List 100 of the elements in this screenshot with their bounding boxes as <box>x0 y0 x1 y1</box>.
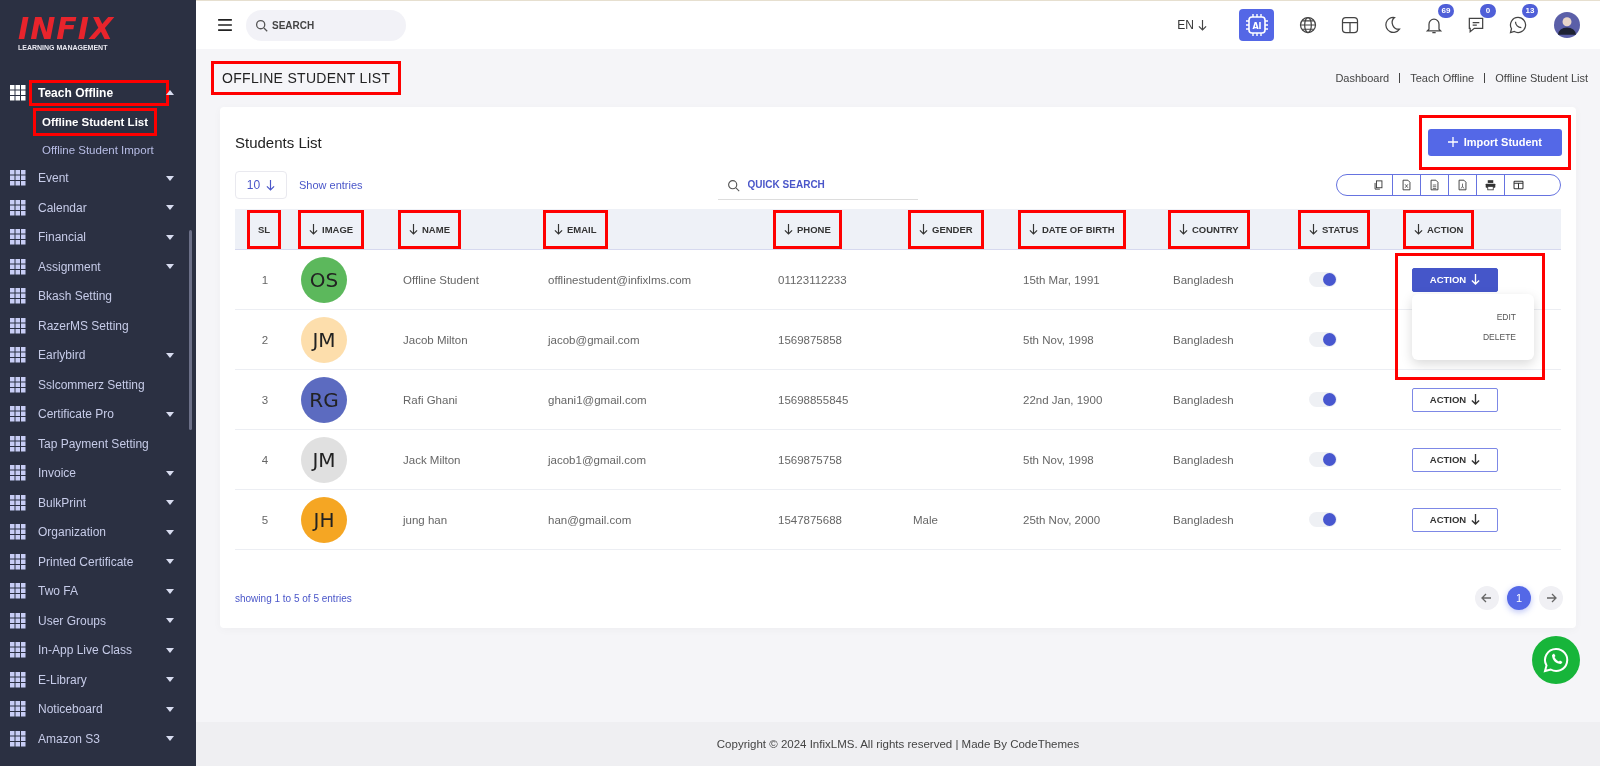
page-size-select[interactable]: 10 <box>235 171 287 199</box>
globe-icon[interactable] <box>1298 15 1318 35</box>
sort-arrow-icon <box>1179 223 1188 235</box>
previous-page-button[interactable] <box>1475 586 1499 610</box>
sidebar-item[interactable]: Teach Offline <box>32 82 166 103</box>
layout-icon[interactable] <box>1340 15 1360 35</box>
avatar-initials: JM <box>301 316 347 363</box>
sort-arrow-icon <box>554 223 563 235</box>
sidebar-item[interactable]: Amazon S3 <box>32 728 166 749</box>
quick-search-field[interactable]: QUICK SEARCH <box>717 170 918 200</box>
language-selector[interactable]: EN <box>1177 18 1207 32</box>
grid-icon <box>10 494 26 511</box>
arrow-down-icon <box>1198 19 1207 31</box>
action-button[interactable]: ACTION <box>1412 447 1498 472</box>
sidebar-item[interactable]: In-App Live Class <box>32 640 166 661</box>
copyright-text: Copyright © 2024 InfixLMS. All rights reserved | Made By CodeThemes <box>716 738 1080 750</box>
search-field[interactable]: SEARCH <box>246 9 406 41</box>
grid-icon <box>10 465 26 482</box>
column-header[interactable]: NAME <box>401 212 458 246</box>
sidebar-item[interactable]: Invoice <box>32 463 166 484</box>
grid-icon <box>10 553 26 570</box>
page-button[interactable]: 1 <box>1507 586 1531 610</box>
table-cell: Offline Student <box>403 273 479 286</box>
grid-icon <box>10 84 26 101</box>
sidebar-item[interactable]: RazerMS Setting <box>32 315 174 336</box>
grid-icon <box>10 730 26 747</box>
grid-icon <box>10 406 26 423</box>
action-button[interactable]: ACTION <box>1412 387 1498 412</box>
menu-item[interactable]: EDIT <box>1496 312 1516 322</box>
action-button[interactable]: ACTION <box>1412 507 1498 532</box>
table-cell: Bangladesh <box>1173 393 1234 406</box>
grid-icon <box>10 435 26 452</box>
sort-arrow-icon <box>1309 223 1318 235</box>
menu-item[interactable]: DELETE <box>1482 332 1516 342</box>
avatar-initials: RG <box>301 376 347 423</box>
status-toggle[interactable] <box>1309 452 1337 467</box>
column-header[interactable]: STATUS <box>1301 212 1367 246</box>
sort-arrow-icon <box>309 223 318 235</box>
table-cell: 01123112233 <box>778 273 847 286</box>
column-header[interactable]: GENDER <box>911 212 981 246</box>
menu-icon[interactable] <box>218 19 232 31</box>
next-page-button[interactable] <box>1539 586 1563 610</box>
table-cell: 2 <box>261 333 269 346</box>
sidebar-item[interactable]: Calendar <box>32 197 166 218</box>
column-header[interactable]: IMAGE <box>301 212 362 246</box>
sidebar-item[interactable]: Tap Payment Setting <box>32 433 174 454</box>
table-cell: jung han <box>403 513 448 526</box>
grid-icon <box>10 317 26 334</box>
chat-icon[interactable] <box>1508 15 1528 35</box>
ai-button[interactable]: AI <box>1239 9 1274 41</box>
column-header[interactable]: SL <box>249 212 279 246</box>
status-toggle[interactable] <box>1309 512 1337 527</box>
show-entries-label: Show entries <box>299 179 363 191</box>
table-cell: 4 <box>261 453 269 466</box>
sidebar-item[interactable]: Bkash Setting <box>32 286 174 307</box>
whatsapp-button[interactable] <box>1532 636 1580 684</box>
breadcrumb-link[interactable]: Dashboard <box>1335 72 1390 84</box>
action-button[interactable]: ACTION <box>1412 267 1498 292</box>
column-header[interactable]: EMAIL <box>546 212 605 246</box>
grid-icon <box>10 671 26 688</box>
import-student-button[interactable]: Import Student <box>1427 128 1562 156</box>
user-avatar[interactable] <box>1554 12 1580 38</box>
sidebar-item[interactable]: Printed Certificate <box>32 551 166 572</box>
entries-summary: showing 1 to 5 of 5 entries <box>235 592 352 604</box>
column-header[interactable]: ACTION <box>1406 212 1472 246</box>
grid-icon <box>10 376 26 393</box>
sidebar-item[interactable]: Event <box>32 168 166 189</box>
breadcrumb-link[interactable]: Teach Offline <box>1410 72 1475 84</box>
message-icon[interactable] <box>1466 15 1486 35</box>
table-cell: 1569875758 <box>778 453 842 466</box>
scrollbar[interactable] <box>189 230 192 430</box>
sidebar-item[interactable]: User Groups <box>32 610 166 631</box>
sidebar-item[interactable]: Financial <box>32 227 166 248</box>
column-header[interactable]: PHONE <box>776 212 839 246</box>
sidebar-item[interactable]: Certificate Pro <box>32 404 166 425</box>
submenu-item[interactable]: Offline Student Import <box>36 135 160 164</box>
breadcrumb-link[interactable]: Offline Student List <box>1495 72 1588 84</box>
grid-icon <box>10 524 26 541</box>
column-header[interactable]: DATE OF BIRTH <box>1021 212 1123 246</box>
sidebar-item[interactable]: Sslcommerz Setting <box>32 374 174 395</box>
column-header[interactable]: COUNTRY <box>1171 212 1247 246</box>
table-cell: 5th Nov, 1998 <box>1023 453 1094 466</box>
sidebar-item[interactable]: Noticeboard <box>32 699 166 720</box>
sidebar-item[interactable]: BulkPrint <box>32 492 166 513</box>
status-toggle[interactable] <box>1309 332 1337 347</box>
table-cell: offlinestudent@infixlms.com <box>548 273 692 286</box>
sidebar-item[interactable]: Two FA <box>32 581 166 602</box>
arrow-down-icon <box>1471 514 1481 525</box>
sidebar-item[interactable]: Assignment <box>32 256 166 277</box>
sidebar-item[interactable]: Earlybird <box>32 345 166 366</box>
moon-icon[interactable] <box>1382 15 1402 35</box>
sidebar-item[interactable]: E-Library <box>32 669 166 690</box>
table-cell: 15th Mar, 1991 <box>1023 273 1100 286</box>
search-icon <box>726 178 740 192</box>
status-toggle[interactable] <box>1309 392 1337 407</box>
table-cell: jacob@gmail.com <box>548 333 640 346</box>
sidebar-item[interactable]: Organization <box>32 522 166 543</box>
status-toggle[interactable] <box>1309 272 1337 287</box>
grid-icon <box>10 347 26 364</box>
arrow-down-icon <box>1471 274 1481 285</box>
